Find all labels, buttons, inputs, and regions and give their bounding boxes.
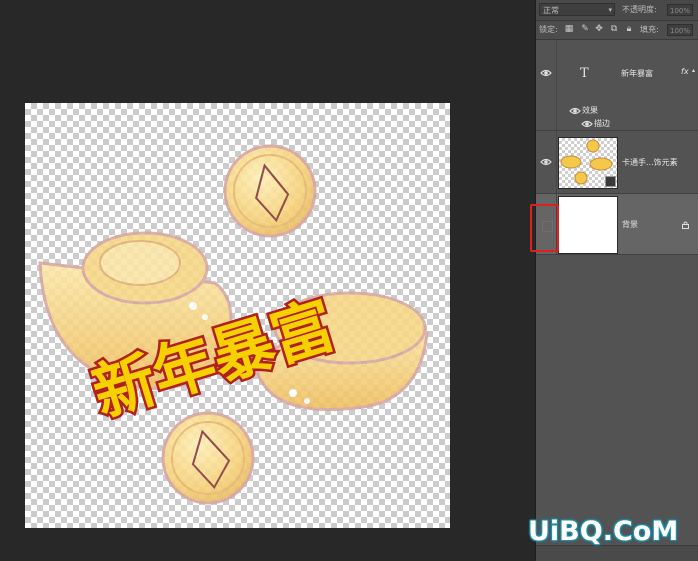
document-workspace: 新年暴富 [0, 0, 535, 560]
document-canvas[interactable]: 新年暴富 [25, 103, 450, 528]
effects-eye-icon[interactable] [569, 106, 581, 116]
lock-icon [682, 221, 689, 229]
lock-artboard-icon[interactable]: ⧉ [609, 24, 619, 35]
type-layer-icon: T [580, 66, 589, 81]
highlight-annotation [530, 204, 559, 252]
smart-object-icon [605, 176, 616, 187]
fill-label: 填充: [640, 25, 659, 34]
layer-name[interactable]: 背景 [622, 220, 638, 230]
eye-icon[interactable] [540, 157, 552, 167]
layer-image[interactable]: 卡通手...饰元素 [536, 131, 698, 194]
fill-input[interactable]: 100% [667, 24, 693, 36]
effects-label: 效果 [582, 106, 598, 115]
layer-thumbnail [558, 196, 618, 254]
blend-mode-select[interactable]: 正常 ▾ [539, 3, 615, 16]
lock-label: 锁定: [539, 25, 558, 34]
chevron-down-icon: ▾ [608, 6, 612, 14]
stroke-eye-icon[interactable] [581, 119, 593, 129]
lock-transparent-icon[interactable]: ▦ [564, 24, 574, 35]
coin-bottom [161, 411, 255, 505]
layer-thumbnail [558, 137, 618, 189]
layers-panel-footer [536, 545, 698, 561]
stroke-effect-label: 描边 [594, 119, 610, 128]
lock-options-row: 锁定: ▦ ✎ ✥ ⧉ 🔒︎ 填充: 100% [536, 21, 698, 40]
layer-options-row: 正常 ▾ 不透明度: 100% [536, 0, 698, 21]
fx-icon[interactable]: fx [681, 67, 689, 76]
opacity-label: 不透明度: [622, 5, 657, 14]
site-watermark: UiBQ.CoM [528, 516, 679, 547]
eye-icon[interactable] [540, 68, 552, 78]
lock-brush-icon[interactable]: ✎ [580, 24, 590, 35]
chevron-up-icon[interactable]: ▴ [692, 67, 695, 74]
layer-background[interactable]: 背景 [536, 194, 698, 255]
blend-mode-value: 正常 [543, 6, 559, 15]
layers-panel: 正常 ▾ 不透明度: 100% 锁定: ▦ ✎ ✥ ⧉ 🔒︎ 填充: 100% … [536, 0, 698, 561]
coin-top [223, 144, 317, 238]
canvas-artwork: 新年暴富 [38, 144, 429, 505]
layer-name[interactable]: 卡通手...饰元素 [622, 158, 678, 168]
layer-name[interactable]: 新年暴富 [621, 69, 653, 79]
visibility-column [536, 40, 557, 130]
layer-text[interactable]: T 新年暴富 fx ▴ 效果 描边 [536, 40, 698, 131]
opacity-input[interactable]: 100% [667, 4, 693, 16]
lock-all-icon[interactable]: 🔒︎ [624, 24, 634, 35]
lock-move-icon[interactable]: ✥ [594, 24, 604, 35]
